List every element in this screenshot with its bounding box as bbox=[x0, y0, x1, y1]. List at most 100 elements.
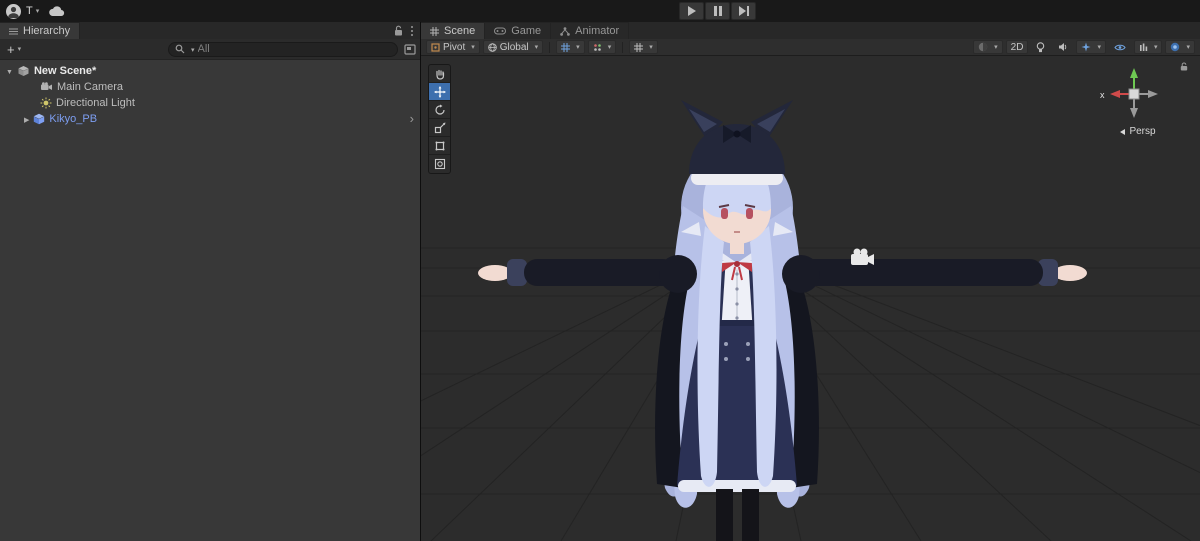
open-prefab-arrow-icon[interactable]: › bbox=[410, 111, 414, 127]
increment-snap-dropdown[interactable] bbox=[587, 40, 617, 54]
grid-snap-dropdown[interactable] bbox=[556, 40, 585, 54]
shaded-sphere-icon bbox=[978, 42, 988, 52]
snap-settings-dropdown[interactable] bbox=[629, 40, 658, 54]
pause-icon bbox=[713, 6, 722, 16]
add-object-button[interactable]: + bbox=[4, 42, 24, 57]
lightbulb-icon bbox=[1037, 41, 1045, 52]
search-icon bbox=[175, 44, 185, 54]
pivot-dropdown[interactable]: Pivot bbox=[426, 40, 480, 54]
scale-tool-button[interactable] bbox=[429, 119, 450, 137]
hand-tool-button[interactable] bbox=[429, 65, 450, 83]
pause-button[interactable] bbox=[705, 2, 730, 20]
hierarchy-toolbar: + bbox=[0, 39, 420, 60]
hierarchy-tabstrip: Hierarchy bbox=[0, 22, 420, 39]
foldout-closed-icon[interactable] bbox=[24, 113, 29, 125]
panel-menu-icon bbox=[9, 28, 18, 35]
directional-light-label: Directional Light bbox=[56, 97, 135, 109]
camera-settings-dropdown[interactable] bbox=[1165, 40, 1195, 54]
unity-top-toolbar: T bbox=[0, 0, 1200, 22]
rect-tool-icon bbox=[435, 141, 444, 150]
hand-tool-icon bbox=[435, 69, 444, 80]
prefab-cube-icon bbox=[33, 113, 45, 125]
search-filter-caret-icon[interactable] bbox=[188, 43, 195, 55]
tab-scene[interactable]: Scene bbox=[421, 22, 486, 39]
hierarchy-item-main-camera[interactable]: Main Camera bbox=[0, 79, 420, 95]
scene-view-toolbar: Pivot Global 2D bbox=[421, 39, 1200, 56]
hierarchy-search[interactable] bbox=[168, 41, 398, 57]
account-initial: T bbox=[26, 5, 33, 17]
effects-sparkle-icon bbox=[1081, 42, 1091, 52]
component-filter-dropdown[interactable] bbox=[1133, 40, 1163, 54]
eye-icon bbox=[1114, 44, 1126, 50]
hierarchy-search-input[interactable] bbox=[197, 43, 391, 55]
transform-tool-icon bbox=[434, 158, 445, 170]
scene-name-label: New Scene* bbox=[33, 65, 97, 77]
transform-tool-button[interactable] bbox=[429, 155, 450, 173]
character-model[interactable] bbox=[421, 56, 1200, 541]
scene-asset-icon bbox=[17, 65, 30, 77]
camera-settings-icon bbox=[1171, 42, 1180, 52]
axis-gizmo-icon[interactable]: x bbox=[1092, 64, 1176, 124]
orientation-dropdown[interactable]: Global bbox=[482, 40, 544, 54]
step-button[interactable] bbox=[731, 2, 756, 20]
globe-icon bbox=[487, 42, 497, 52]
hierarchy-tree: New Scene* Main Camera Directional Light bbox=[0, 60, 420, 541]
rotate-tool-icon bbox=[434, 104, 445, 115]
panel-options-icon[interactable] bbox=[411, 25, 413, 36]
hierarchy-item-scene[interactable]: New Scene* bbox=[0, 63, 420, 79]
account-avatar-icon[interactable] bbox=[6, 3, 21, 19]
camera-gizmo-sprite bbox=[851, 248, 874, 265]
toolbar-separator bbox=[549, 41, 551, 53]
audio-toggle-button[interactable] bbox=[1053, 40, 1073, 54]
2d-toggle-button[interactable]: 2D bbox=[1005, 40, 1029, 54]
cloud-icon[interactable] bbox=[48, 5, 66, 17]
play-controls bbox=[679, 2, 756, 20]
grid-snap-icon bbox=[561, 42, 571, 52]
picker-window-icon[interactable] bbox=[404, 43, 416, 55]
speaker-icon bbox=[1059, 43, 1067, 51]
tab-hierarchy[interactable]: Hierarchy bbox=[0, 22, 81, 39]
scene-tabstrip: Scene Game Animator bbox=[421, 22, 1200, 39]
increment-snap-icon bbox=[593, 43, 601, 51]
rotate-tool-button[interactable] bbox=[429, 101, 450, 119]
hierarchy-item-directional-light[interactable]: Directional Light bbox=[0, 95, 420, 111]
scale-tool-icon bbox=[434, 122, 445, 133]
gizmo-lock-icon[interactable] bbox=[1180, 62, 1188, 71]
lighting-toggle-button[interactable] bbox=[1031, 40, 1050, 54]
pivot-label: Pivot bbox=[443, 41, 466, 53]
tab-animator[interactable]: Animator bbox=[551, 22, 630, 39]
main-camera-label: Main Camera bbox=[57, 81, 124, 93]
play-button[interactable] bbox=[679, 2, 704, 20]
tab-game-label: Game bbox=[511, 25, 542, 37]
scene-orientation-gizmo[interactable]: x Persp bbox=[1092, 62, 1188, 138]
rect-tool-button[interactable] bbox=[429, 137, 450, 155]
effects-dropdown[interactable] bbox=[1076, 40, 1106, 54]
projection-mode-label[interactable]: Persp bbox=[1120, 126, 1155, 137]
tab-scene-label: Scene bbox=[444, 25, 476, 37]
kikyo-pb-label: Kikyo_PB bbox=[49, 113, 98, 125]
step-icon bbox=[738, 6, 749, 16]
scene-viewport[interactable]: x Persp bbox=[421, 56, 1200, 541]
account-dropdown[interactable]: T bbox=[26, 5, 39, 17]
2d-label: 2D bbox=[1010, 41, 1024, 53]
hierarchy-item-kikyo-pb[interactable]: Kikyo_PB › bbox=[0, 111, 420, 127]
lock-icon[interactable] bbox=[394, 25, 403, 36]
gamepad-icon bbox=[494, 27, 507, 35]
scene-visibility-toggle[interactable] bbox=[1109, 40, 1131, 54]
tabstrip-spacer bbox=[80, 22, 387, 39]
foldout-open-icon[interactable] bbox=[6, 65, 13, 77]
scene-panel: Scene Game Animator Pivot ▾ Global ▾ ▾ ▾… bbox=[421, 22, 1200, 541]
scene-tools-overlay bbox=[428, 64, 451, 174]
hierarchy-panel: Hierarchy + ▾ ▾ All ▼ New Scene* Main Ca… bbox=[0, 22, 421, 541]
tab-game[interactable]: Game bbox=[485, 22, 552, 39]
light-icon bbox=[40, 97, 52, 109]
move-tool-button[interactable] bbox=[429, 83, 450, 101]
scene-grid-icon bbox=[430, 26, 439, 36]
add-object-label: + bbox=[7, 41, 15, 57]
draw-mode-dropdown[interactable] bbox=[973, 40, 1003, 54]
tabstrip-spacer bbox=[629, 22, 1200, 39]
animator-icon bbox=[560, 26, 570, 36]
camera-icon bbox=[40, 82, 53, 92]
move-tool-icon bbox=[433, 85, 446, 98]
snap-settings-icon bbox=[634, 42, 644, 52]
